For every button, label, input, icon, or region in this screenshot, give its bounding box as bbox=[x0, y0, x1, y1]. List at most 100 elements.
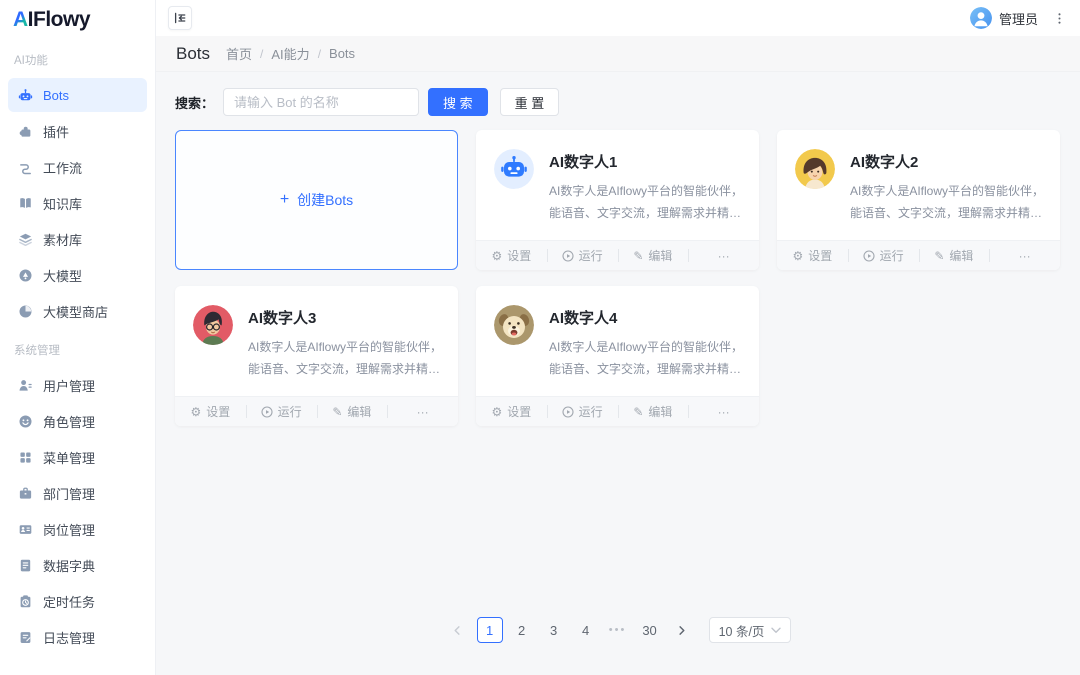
breadcrumb: 首页 / AI能力 / Bots bbox=[226, 44, 355, 63]
more-actions-button[interactable]: ··· bbox=[989, 241, 1060, 270]
edit-label: 编辑 bbox=[347, 403, 371, 420]
sidebar-item-log-management[interactable]: 日志管理 bbox=[8, 620, 147, 654]
sidebar-item-label: 插件 bbox=[43, 122, 69, 141]
bot-card: AI数字人4 AI数字人是AIflowy平台的智能伙伴，能语音、文字交流，理解需… bbox=[476, 286, 759, 426]
play-icon bbox=[261, 406, 273, 418]
play-icon bbox=[562, 406, 574, 418]
pencil-icon: ✎ bbox=[934, 250, 944, 262]
sidebar-item-label: 素材库 bbox=[43, 230, 82, 249]
edit-button[interactable]: ✎编辑 bbox=[618, 397, 689, 426]
logo-text: IFlowy bbox=[28, 8, 90, 32]
sidebar-item-label: 角色管理 bbox=[43, 412, 95, 431]
robot-avatar bbox=[494, 149, 534, 189]
user-icon bbox=[17, 377, 33, 393]
dictionary-icon bbox=[17, 557, 33, 573]
run-button[interactable]: 运行 bbox=[547, 397, 618, 426]
sidebar-item-knowledge-base[interactable]: 知识库 bbox=[8, 186, 147, 220]
settings-label: 设置 bbox=[507, 247, 531, 264]
sidebar-item-workflow[interactable]: 工作流 bbox=[8, 150, 147, 184]
bot-card-description: AI数字人是AIflowy平台的智能伙伴，能语音、文字交流，理解需求并精准回..… bbox=[549, 337, 747, 380]
sidebar-item-position-management[interactable]: 岗位管理 bbox=[8, 512, 147, 546]
more-actions-button[interactable]: ··· bbox=[688, 397, 759, 426]
logo: AIFlowy bbox=[0, 0, 155, 40]
bot-card-title: AI数字人1 bbox=[549, 151, 747, 172]
page-header: Bots 首页 / AI能力 / Bots bbox=[156, 36, 1080, 72]
page-button-1[interactable]: 1 bbox=[477, 617, 503, 643]
robot-icon bbox=[17, 87, 33, 103]
gear-icon: ⚙ bbox=[190, 406, 201, 418]
sidebar-item-data-dictionary[interactable]: 数据字典 bbox=[8, 548, 147, 582]
bot-card-title: AI数字人4 bbox=[549, 307, 747, 328]
sidebar-section-system: 系统管理 bbox=[0, 330, 155, 366]
run-button[interactable]: 运行 bbox=[547, 241, 618, 270]
sidebar-item-department-management[interactable]: 部门管理 bbox=[8, 476, 147, 510]
log-icon bbox=[17, 629, 33, 645]
run-button[interactable]: 运行 bbox=[246, 397, 317, 426]
page-button-3[interactable]: 3 bbox=[541, 617, 567, 643]
run-button[interactable]: 运行 bbox=[848, 241, 919, 270]
edit-button[interactable]: ✎编辑 bbox=[618, 241, 689, 270]
sidebar-item-plugins[interactable]: 插件 bbox=[8, 114, 147, 148]
pagination-ellipsis[interactable]: ••• bbox=[605, 617, 631, 643]
more-dots-icon: ··· bbox=[718, 405, 730, 419]
main-area: 管理员 Bots 首页 / AI能力 / Bots 搜索： 搜 索 bbox=[156, 0, 1080, 675]
reset-button[interactable]: 重 置 bbox=[500, 88, 560, 116]
settings-button[interactable]: ⚙ 设置 bbox=[476, 397, 547, 426]
breadcrumb-ai-capability[interactable]: AI能力 bbox=[271, 44, 309, 63]
sidebar-collapse-button[interactable] bbox=[168, 6, 192, 30]
edit-button[interactable]: ✎编辑 bbox=[317, 397, 388, 426]
settings-button[interactable]: ⚙设置 bbox=[175, 397, 246, 426]
plus-icon: + bbox=[280, 191, 289, 209]
settings-label: 设置 bbox=[507, 403, 531, 420]
bot-card-title: AI数字人3 bbox=[248, 307, 446, 328]
sidebar-item-label: 数据字典 bbox=[43, 556, 95, 575]
sidebar-item-label: 知识库 bbox=[43, 194, 82, 213]
create-bots-label: 创建Bots bbox=[297, 190, 353, 210]
edit-label: 编辑 bbox=[648, 403, 672, 420]
create-bots-card[interactable]: + 创建Bots bbox=[175, 130, 458, 270]
settings-button[interactable]: ⚙设置 bbox=[476, 241, 547, 270]
sidebar-item-models[interactable]: 大模型 bbox=[8, 258, 147, 292]
workflow-icon bbox=[17, 159, 33, 175]
sidebar-item-role-management[interactable]: 角色管理 bbox=[8, 404, 147, 438]
kebab-menu-icon[interactable] bbox=[1053, 12, 1066, 25]
gear-icon: ⚙ bbox=[491, 406, 502, 418]
page-size-select[interactable]: 10 条/页 bbox=[709, 617, 792, 643]
edit-button[interactable]: ✎编辑 bbox=[919, 241, 990, 270]
bot-card: AI数字人1 AI数字人是AIflowy平台的智能伙伴，能语音、文字交流，理解需… bbox=[476, 130, 759, 270]
breadcrumb-home[interactable]: 首页 bbox=[226, 44, 252, 63]
page-button-4[interactable]: 4 bbox=[573, 617, 599, 643]
sidebar-item-label: 用户管理 bbox=[43, 376, 95, 395]
sidebar-item-user-management[interactable]: 用户管理 bbox=[8, 368, 147, 402]
settings-button[interactable]: ⚙设置 bbox=[777, 241, 848, 270]
user-menu[interactable]: 管理员 bbox=[970, 7, 1066, 29]
sidebar-item-model-store[interactable]: 大模型商店 bbox=[8, 294, 147, 328]
content: 搜索： 搜 索 重 置 + 创建Bots bbox=[156, 72, 1080, 675]
search-label: 搜索： bbox=[175, 93, 214, 112]
breadcrumb-separator: / bbox=[318, 47, 321, 61]
sidebar-item-assets[interactable]: 素材库 bbox=[8, 222, 147, 256]
sidebar-section-ai: AI功能 bbox=[0, 40, 155, 76]
prev-page-button[interactable] bbox=[445, 617, 471, 643]
page-button-30[interactable]: 30 bbox=[637, 617, 663, 643]
search-input[interactable] bbox=[223, 88, 419, 116]
sidebar-item-label: 大模型 bbox=[43, 266, 82, 285]
more-actions-button[interactable]: ··· bbox=[387, 397, 458, 426]
page-title: Bots bbox=[176, 44, 210, 64]
scheduled-task-icon bbox=[17, 593, 33, 609]
breadcrumb-separator: / bbox=[260, 47, 263, 61]
sidebar-item-label: 大模型商店 bbox=[43, 302, 108, 321]
search-button[interactable]: 搜 索 bbox=[428, 88, 488, 116]
sidebar-item-scheduled-tasks[interactable]: 定时任务 bbox=[8, 584, 147, 618]
more-actions-button[interactable]: ··· bbox=[688, 241, 759, 270]
page-button-2[interactable]: 2 bbox=[509, 617, 535, 643]
more-dots-icon: ··· bbox=[718, 249, 730, 263]
bot-card-description: AI数字人是AIflowy平台的智能伙伴，能语音、文字交流，理解需求并精准回..… bbox=[850, 181, 1048, 224]
breadcrumb-current: Bots bbox=[329, 46, 355, 61]
sidebar-item-menu-management[interactable]: 菜单管理 bbox=[8, 440, 147, 474]
logo-accent: A bbox=[13, 8, 28, 32]
next-page-button[interactable] bbox=[669, 617, 695, 643]
sidebar-item-bots[interactable]: Bots bbox=[8, 78, 147, 112]
sidebar-item-label: Bots bbox=[43, 88, 69, 103]
sidebar-fold-icon bbox=[173, 11, 187, 25]
